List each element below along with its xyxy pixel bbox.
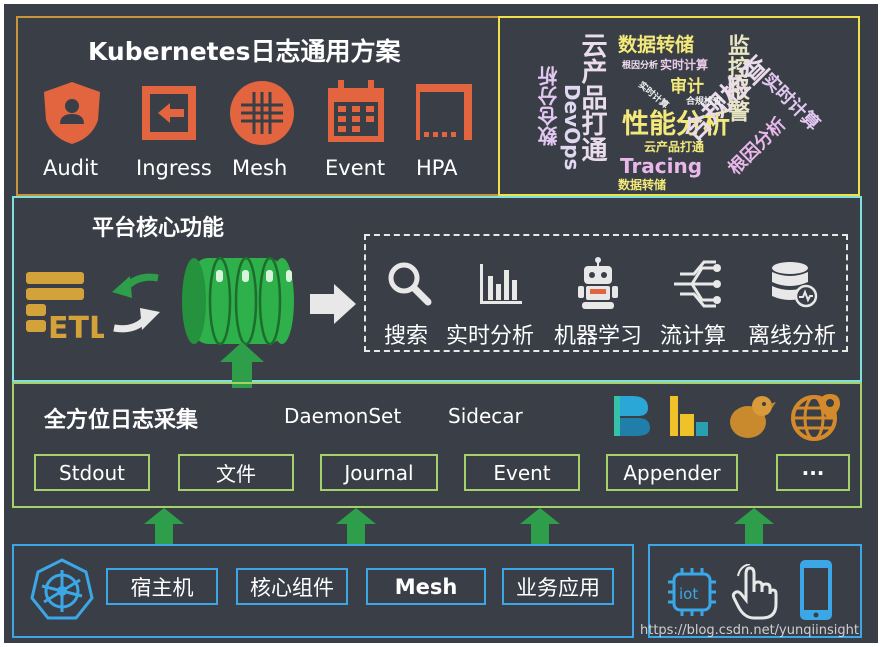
word-genyinfenxi-small: 根因分析 xyxy=(622,61,659,71)
mesh-label: Mesh xyxy=(232,156,288,180)
mesh-grid-icon xyxy=(230,81,294,145)
svg-text:iot: iot xyxy=(679,585,698,603)
source-more: ··· xyxy=(776,454,850,491)
stream-icon xyxy=(674,260,721,308)
source-file: 文件 xyxy=(178,454,294,491)
word-shishijisuan-small: 实时计算 xyxy=(660,58,709,72)
right-arrow-icon xyxy=(310,284,356,324)
fluentd-bird-logo-icon xyxy=(730,396,776,438)
ingress-label: Ingress xyxy=(136,156,212,180)
etl-icon: ETL xyxy=(26,272,104,340)
func-realtime-label: 实时分析 xyxy=(446,324,535,349)
svg-text:ETL: ETL xyxy=(48,311,104,340)
event-label: Event xyxy=(325,156,386,180)
up-arrow-1 xyxy=(144,508,184,546)
collection-title: 全方位日志采集 xyxy=(44,408,199,433)
word-heguijiancha-tiny: 合规检查 xyxy=(686,97,723,107)
iot-chip-icon: iot xyxy=(668,568,716,616)
shield-user-icon xyxy=(44,82,100,144)
exchange-arrows-icon xyxy=(112,273,160,333)
func-offline-label: 离线分析 xyxy=(748,324,837,349)
watermark: https://blog.csdn.net/yunqiinsight xyxy=(640,623,859,638)
database-icon xyxy=(772,262,818,308)
mobile-phone-icon xyxy=(800,560,832,620)
storage-disk-icon xyxy=(182,256,294,346)
up-arrow-3 xyxy=(520,508,560,546)
hpa-label: HPA xyxy=(416,156,458,180)
page: Kubernetes日志通用方案 Audit Ingress Mesh Even… xyxy=(0,0,882,647)
enter-icon xyxy=(142,86,196,140)
touch-hand-icon xyxy=(731,564,778,620)
word-shujuzhuanchu-small: 数据转储 xyxy=(618,178,667,192)
source-appender: Appender xyxy=(606,454,738,491)
source-stdout: Stdout xyxy=(34,454,150,491)
word-yunchanpin-small: 云产品打通 xyxy=(644,140,705,154)
func-search-label: 搜索 xyxy=(384,324,429,349)
source-core-components: 核心组件 xyxy=(236,568,348,605)
source-mesh: Mesh xyxy=(366,568,486,605)
func-stream-label: 流计算 xyxy=(660,324,727,349)
kubernetes-helm-icon xyxy=(30,558,94,620)
k8s-solution-title: Kubernetes日志通用方案 xyxy=(88,37,401,66)
diagram-canvas: Kubernetes日志通用方案 Audit Ingress Mesh Even… xyxy=(4,4,878,643)
source-business-apps: 业务应用 xyxy=(502,568,614,605)
up-arrow-2 xyxy=(336,508,376,546)
word-shucangfenxi: 数仓分析 xyxy=(537,66,561,146)
globe-location-icon xyxy=(791,394,840,441)
func-ml-label: 机器学习 xyxy=(554,324,643,349)
mode-daemonset: DaemonSet xyxy=(284,404,402,428)
bar-chart-icon xyxy=(480,264,522,304)
robot-icon xyxy=(578,257,618,309)
audit-label: Audit xyxy=(43,156,99,180)
up-arrow-4 xyxy=(734,508,774,546)
word-shujuzhuanchu: 数据转储 xyxy=(618,34,695,56)
mode-sidecar: Sidecar xyxy=(448,404,523,428)
calendar-icon xyxy=(328,80,384,142)
word-devops: DevOps xyxy=(560,84,584,171)
search-icon xyxy=(388,262,432,306)
word-tracing: Tracing xyxy=(620,154,703,178)
filebeat-logo-icon xyxy=(670,396,708,436)
source-event: Event xyxy=(464,454,580,491)
platform-title: 平台核心功能 xyxy=(92,216,225,241)
scale-frame-icon xyxy=(416,84,472,140)
source-host: 宿主机 xyxy=(106,568,218,605)
logtail-logo-icon xyxy=(614,396,650,436)
source-journal: Journal xyxy=(320,454,438,491)
